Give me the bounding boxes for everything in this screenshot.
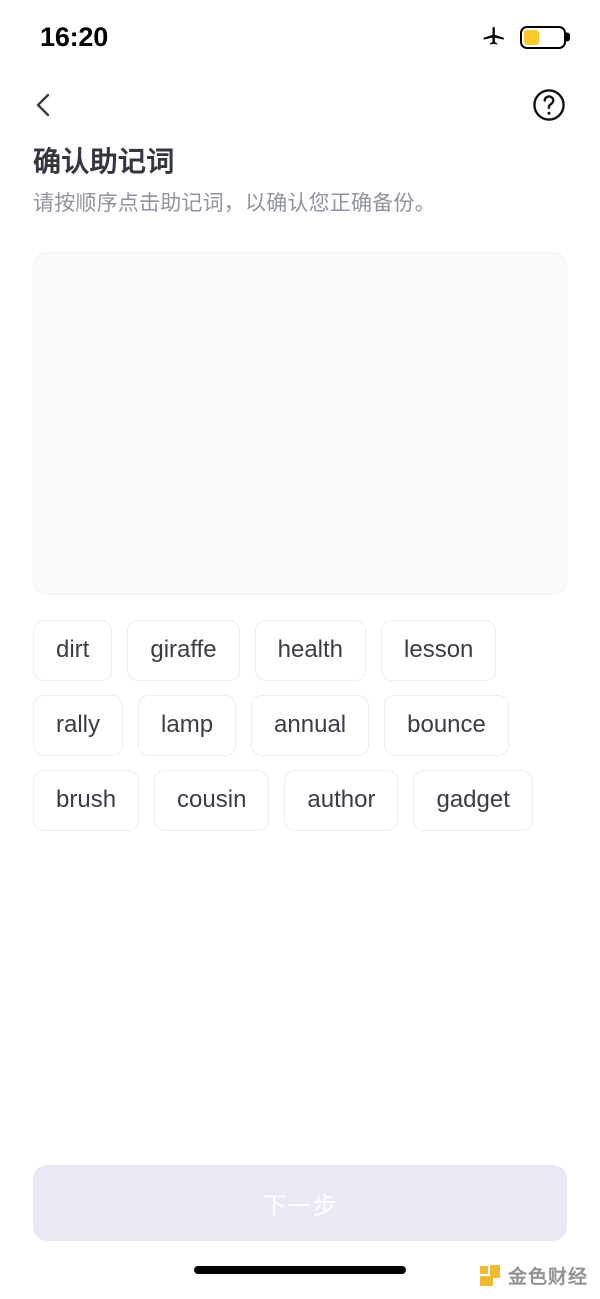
status-indicators	[481, 22, 566, 53]
word-chip[interactable]: lamp	[138, 695, 237, 756]
back-button[interactable]	[22, 84, 66, 128]
airplane-mode-icon	[481, 22, 507, 53]
heading-section: 确认助记词 请按顺序点击助记词，以确认您正确备份。	[0, 138, 600, 218]
word-chip[interactable]: annual	[251, 695, 370, 756]
help-button[interactable]	[529, 86, 569, 126]
bottom-bar: 金色财经	[0, 1241, 600, 1299]
watermark: 金色财经	[479, 1262, 588, 1289]
next-step-button[interactable]: 下一步	[33, 1165, 567, 1241]
word-chip[interactable]: gadget	[413, 769, 533, 831]
status-time: 16:20	[40, 21, 109, 52]
word-chip[interactable]: health	[254, 620, 367, 682]
word-chip[interactable]: giraffe	[127, 620, 240, 682]
page-title: 确认助记词	[33, 146, 175, 177]
navigation-bar	[0, 74, 600, 138]
status-bar: 16:20	[0, 0, 600, 74]
jinse-logo-icon	[479, 1265, 501, 1286]
app-screen: 16:20 确认助记词 请按顺序点击助记词，以确认您正确备份。 dirt gir…	[0, 0, 600, 1299]
word-pool: dirt giraffe health lesson rally lamp an…	[33, 620, 567, 831]
watermark-text: 金色财经	[507, 1267, 588, 1288]
battery-fill	[524, 29, 540, 45]
word-chip[interactable]: brush	[33, 769, 140, 831]
question-mark-circle-icon	[530, 86, 568, 127]
chevron-left-icon	[31, 89, 57, 124]
logo-square-c	[479, 1276, 493, 1286]
page-subtitle: 请按顺序点击助记词，以确认您正确备份。	[33, 191, 436, 215]
word-chip[interactable]: dirt	[33, 620, 113, 682]
word-chip[interactable]: lesson	[381, 620, 497, 682]
word-chip[interactable]: author	[284, 769, 399, 831]
battery-low-power-icon	[520, 25, 566, 49]
home-indicator[interactable]	[194, 1266, 406, 1274]
logo-square-a	[479, 1266, 488, 1274]
footer: 下一步	[0, 1165, 600, 1241]
word-chip[interactable]: cousin	[154, 769, 270, 831]
selected-words-box[interactable]	[33, 252, 567, 596]
word-chip[interactable]: rally	[33, 695, 124, 756]
word-chip[interactable]: bounce	[384, 695, 509, 756]
